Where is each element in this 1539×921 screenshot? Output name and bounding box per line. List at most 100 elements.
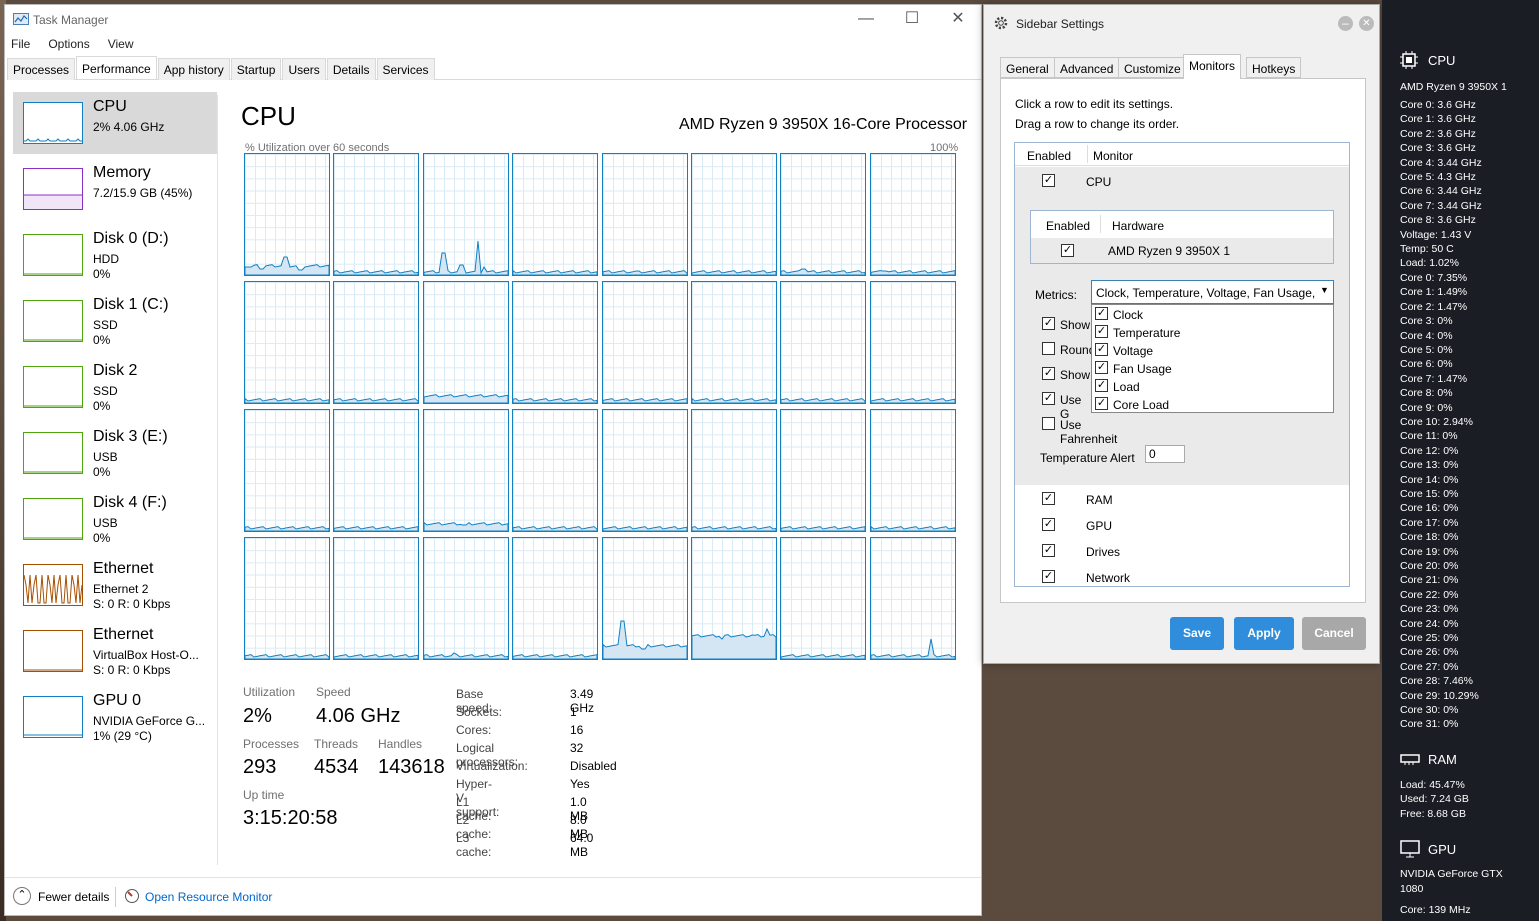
cpu-core-graph xyxy=(333,153,420,276)
sidebar-item-detail: 2% 4.06 GHz xyxy=(93,120,165,134)
core-load-line: Core 16: 0% xyxy=(1400,502,1459,515)
gpu-core-clock: Core: 139 MHz xyxy=(1400,904,1471,916)
chevron-up-icon[interactable]: ⌃ xyxy=(13,887,31,905)
hardware-enabled-checkbox[interactable]: ✓ xyxy=(1061,244,1074,257)
close-button[interactable]: ✕ xyxy=(935,5,981,35)
monitor-row[interactable]: ✓ RAM xyxy=(1015,486,1349,512)
sidebar-item[interactable]: Disk 1 (C:) SSD 0% xyxy=(13,290,217,352)
cpu-enabled-checkbox[interactable]: ✓ xyxy=(1042,174,1055,187)
sidebar-item-value: 0% xyxy=(93,333,111,347)
cancel-button[interactable]: Cancel xyxy=(1302,617,1366,650)
title-bar[interactable]: Task Manager — ☐ ✕ xyxy=(5,5,981,35)
sidebar-item[interactable]: GPU 0 NVIDIA GeForce G... 1% (29 °C) xyxy=(13,686,217,748)
monitor-enabled-checkbox[interactable]: ✓ xyxy=(1042,518,1055,531)
sidebar-item[interactable]: Ethernet Ethernet 2 S: 0 R: 0 Kbps xyxy=(13,554,217,616)
close-button[interactable]: ✕ xyxy=(1359,16,1374,31)
metrics-dropdown[interactable]: Clock, Temperature, Voltage, Fan Usage, … xyxy=(1091,280,1334,304)
minimize-button[interactable]: – xyxy=(1338,16,1353,31)
sidebar-item[interactable]: Disk 2 SSD 0% xyxy=(13,356,217,418)
monitor-row[interactable]: ✓ Network xyxy=(1015,564,1349,590)
tab-general[interactable]: General xyxy=(1000,57,1055,78)
option-checkbox[interactable] xyxy=(1042,417,1055,430)
hardware-column-header[interactable]: Hardware xyxy=(1112,219,1164,233)
metric-option[interactable]: ✓ Temperature xyxy=(1092,323,1333,341)
core-load-line: Core 14: 0% xyxy=(1400,473,1459,486)
tab-processes[interactable]: Processes xyxy=(7,58,76,80)
tab-advanced[interactable]: Advanced xyxy=(1054,57,1120,78)
metric-option[interactable]: ✓ Clock xyxy=(1092,305,1333,323)
menu-file[interactable]: File xyxy=(11,37,30,51)
apply-button[interactable]: Apply xyxy=(1234,617,1294,650)
tab-hotkeys[interactable]: Hotkeys xyxy=(1246,57,1302,78)
core-load-line: Core 24: 0% xyxy=(1400,617,1459,630)
enabled-column-header[interactable]: Enabled xyxy=(1027,149,1071,163)
core-load-line: Core 31: 0% xyxy=(1400,718,1459,731)
tab-services[interactable]: Services xyxy=(376,58,435,80)
monitor-enabled-checkbox[interactable]: ✓ xyxy=(1042,570,1055,583)
metrics-label: Metrics: xyxy=(1035,288,1077,302)
cpu-model: AMD Ryzen 9 3950X 1 xyxy=(1400,81,1507,93)
sidebar-item[interactable]: CPU 2% 4.06 GHz xyxy=(13,92,217,154)
sidebar-item[interactable]: Disk 3 (E:) USB 0% xyxy=(13,422,217,484)
core-load-line: Core 30: 0% xyxy=(1400,704,1459,716)
sidebar-item[interactable]: Ethernet VirtualBox Host-O... S: 0 R: 0 Kb… xyxy=(13,620,217,682)
cpu-clock-line: Voltage: 1.43 V xyxy=(1400,228,1472,241)
sidebar-item-name: GPU 0 xyxy=(93,692,142,709)
temperature-alert-input[interactable] xyxy=(1145,445,1185,463)
sidebar-item[interactable]: Disk 0 (D:) HDD 0% xyxy=(13,224,217,286)
option-label: Show xyxy=(1060,368,1091,382)
core-utilization-line xyxy=(781,654,866,659)
tab-details[interactable]: Details xyxy=(326,58,376,80)
monitor-enabled-checkbox[interactable]: ✓ xyxy=(1042,544,1055,557)
core-utilization-line xyxy=(692,270,776,275)
menu-view[interactable]: View xyxy=(108,37,134,51)
core-utilization-line xyxy=(334,526,419,531)
metric-option[interactable]: ✓ Fan Usage xyxy=(1092,359,1333,377)
maximize-button[interactable]: ☐ xyxy=(889,5,935,35)
metric-option[interactable]: ✓ Core Load xyxy=(1092,395,1333,413)
metric-checkbox[interactable]: ✓ xyxy=(1095,343,1108,356)
monitor-enabled-checkbox[interactable]: ✓ xyxy=(1042,492,1055,505)
monitor-icon xyxy=(1400,840,1420,858)
option-checkbox[interactable]: ✓ xyxy=(1042,367,1055,380)
hardware-row[interactable]: ✓ AMD Ryzen 9 3950X 1 xyxy=(1031,238,1333,263)
cpu-monitor-row[interactable]: ✓ CPU Enabled Hardware ✓ AMD Ryzen 9 395… xyxy=(1015,167,1349,485)
tab-customize[interactable]: Customize xyxy=(1118,57,1187,78)
tab-app-history[interactable]: App history xyxy=(157,58,230,80)
enabled-column-header[interactable]: Enabled xyxy=(1046,219,1090,233)
fewer-details-link[interactable]: Fewer details xyxy=(38,890,109,904)
menu-options[interactable]: Options xyxy=(48,37,89,51)
metrics-dropdown-list: ✓ Clock ✓ Temperature ✓ Voltage ✓ Fan Usage ✓ Loa… xyxy=(1091,304,1334,413)
cpu-core-graph xyxy=(244,409,330,532)
metric-option[interactable]: ✓ Load xyxy=(1092,377,1333,395)
sidebar-item[interactable]: Memory 7.2/15.9 GB (45%) xyxy=(13,158,217,220)
metric-checkbox[interactable]: ✓ xyxy=(1095,325,1108,338)
monitor-row[interactable]: ✓ GPU xyxy=(1015,512,1349,538)
option-checkbox[interactable]: ✓ xyxy=(1042,317,1055,330)
core-utilization-area xyxy=(870,270,955,275)
metric-checkbox[interactable]: ✓ xyxy=(1095,307,1108,320)
open-resource-monitor-link[interactable]: Open Resource Monitor xyxy=(145,890,272,904)
cpu-clock-line: Core 6: 3.44 GHz xyxy=(1400,185,1482,198)
monitor-column-header[interactable]: Monitor xyxy=(1093,149,1133,163)
core-utilization-line xyxy=(513,526,598,531)
tab-startup[interactable]: Startup xyxy=(230,58,282,80)
tab-performance[interactable]: Performance xyxy=(76,56,157,79)
metric-option[interactable]: ✓ Voltage xyxy=(1092,341,1333,359)
option-checkbox[interactable]: ✓ xyxy=(1042,392,1055,405)
sidebar-item-name: Disk 4 (F:) xyxy=(93,494,167,511)
core-load-line: Core 28: 7.46% xyxy=(1400,675,1473,688)
sidebar-item[interactable]: Disk 4 (F:) USB 0% xyxy=(13,488,217,550)
spec-value: 1 xyxy=(570,705,577,719)
metric-checkbox[interactable]: ✓ xyxy=(1095,397,1108,410)
save-button[interactable]: Save xyxy=(1170,617,1224,650)
tab-monitors[interactable]: Monitors xyxy=(1183,54,1242,79)
cpu-clock-line: Core 2: 3.6 GHz xyxy=(1400,127,1476,140)
monitor-row[interactable]: ✓ Drives xyxy=(1015,538,1349,564)
option-checkbox[interactable] xyxy=(1042,342,1055,355)
spec-value: Disabled xyxy=(570,759,617,773)
minimize-button[interactable]: — xyxy=(843,5,889,35)
tab-users[interactable]: Users xyxy=(282,58,326,80)
metric-checkbox[interactable]: ✓ xyxy=(1095,379,1108,392)
metric-checkbox[interactable]: ✓ xyxy=(1095,361,1108,374)
